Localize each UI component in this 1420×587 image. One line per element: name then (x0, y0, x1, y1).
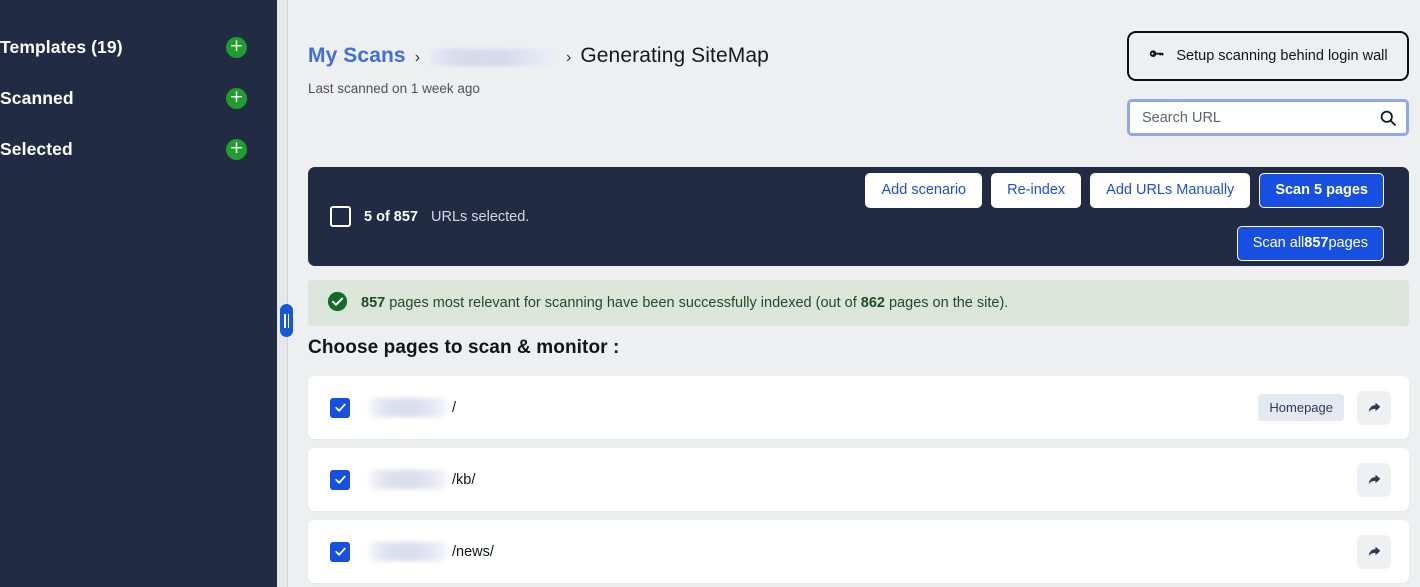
breadcrumb-current-page: Generating SiteMap (580, 44, 769, 68)
row-url: /kb/ (369, 470, 1357, 489)
setup-login-wall-button[interactable]: Setup scanning behind login wall (1127, 31, 1409, 81)
key-icon (1148, 46, 1165, 67)
plus-icon[interactable]: + (226, 37, 247, 58)
add-scenario-button[interactable]: Add scenario (865, 173, 982, 208)
row-url: / (369, 398, 1258, 417)
sidebar-gutter (277, 0, 288, 587)
banner-text: 857 pages most relevant for scanning hav… (361, 295, 1008, 311)
breadcrumb-my-scans[interactable]: My Scans (308, 44, 406, 68)
row-checkbox[interactable] (330, 470, 350, 490)
row-url: /news/ (369, 542, 1357, 561)
banner-total-count: 862 (861, 295, 885, 311)
share-arrow-icon[interactable] (1357, 391, 1391, 425)
setup-login-wall-label: Setup scanning behind login wall (1176, 48, 1387, 64)
scan-all-count: 857 (1304, 235, 1328, 251)
handle-grip-line (288, 314, 290, 328)
breadcrumb: My Scans › › Generating SiteMap (308, 44, 769, 68)
check-circle-icon (327, 291, 348, 316)
scan-selected-pages-button[interactable]: Scan 5 pages (1259, 173, 1384, 208)
url-path: /kb/ (452, 472, 475, 488)
sidebar-item-templates[interactable]: Templates (19) + (0, 22, 277, 73)
redacted-domain (369, 542, 447, 561)
indexing-success-banner: 857 pages most relevant for scanning hav… (308, 280, 1409, 326)
share-arrow-icon[interactable] (1357, 463, 1391, 497)
table-row[interactable]: /kb/ (308, 448, 1409, 511)
plus-icon[interactable]: + (226, 88, 247, 109)
handle-grip-line (284, 314, 286, 328)
select-all-checkbox[interactable] (330, 206, 351, 227)
page-list: / Homepage /kb/ (308, 376, 1409, 587)
selected-count: 5 of 857 (364, 209, 418, 225)
add-urls-manually-button[interactable]: Add URLs Manually (1090, 173, 1250, 208)
selection-summary: 5 of 857 URLs selected. (308, 206, 839, 227)
redacted-domain (369, 398, 447, 417)
url-path: /news/ (452, 544, 494, 560)
plus-glyph: + (229, 140, 243, 157)
breadcrumb-separator: › (566, 49, 571, 67)
breadcrumb-separator: › (415, 49, 420, 67)
page-list-title: Choose pages to scan & monitor : (308, 337, 619, 359)
main-content: My Scans › › Generating SiteMap Last sca… (288, 0, 1420, 587)
search-input[interactable] (1130, 102, 1370, 133)
sidebar-resize-handle[interactable] (280, 304, 293, 337)
search-url-box[interactable] (1127, 99, 1409, 136)
table-row[interactable]: / Homepage (308, 376, 1409, 439)
breadcrumb-redacted-site[interactable] (429, 49, 557, 66)
selection-action-bar: 5 of 857 URLs selected. Add scenario Re-… (308, 167, 1409, 266)
plus-glyph: + (229, 38, 243, 55)
redacted-domain (369, 470, 447, 489)
share-arrow-icon[interactable] (1357, 535, 1391, 569)
sidebar-item-label: Selected (0, 139, 226, 160)
scan-all-suffix: pages (1328, 235, 1368, 251)
action-buttons: Add scenario Re-index Add URLs Manually … (839, 173, 1409, 261)
scan-all-pages-button[interactable]: Scan all 857 pages (1237, 226, 1384, 261)
selected-label: URLs selected. (431, 209, 529, 225)
sidebar-item-scanned[interactable]: Scanned + (0, 73, 277, 124)
sidebar: Templates (19) + Scanned + Selected + (0, 0, 277, 587)
banner-text-end: pages on the site). (885, 295, 1008, 311)
row-checkbox[interactable] (330, 398, 350, 418)
last-scanned-text: Last scanned on 1 week ago (308, 81, 480, 96)
banner-text-mid: pages most relevant for scanning have be… (385, 295, 861, 311)
row-checkbox[interactable] (330, 542, 350, 562)
status-badge: Homepage (1258, 394, 1344, 421)
plus-glyph: + (229, 89, 243, 106)
app-root: Templates (19) + Scanned + Selected + (0, 0, 1420, 587)
sidebar-item-selected[interactable]: Selected + (0, 124, 277, 175)
search-icon[interactable] (1370, 102, 1406, 133)
url-path: / (452, 400, 456, 416)
sidebar-item-label: Scanned (0, 88, 226, 109)
banner-indexed-count: 857 (361, 295, 385, 311)
sidebar-item-label: Templates (19) (0, 37, 226, 58)
plus-icon[interactable]: + (226, 139, 247, 160)
scan-all-prefix: Scan all (1253, 235, 1305, 251)
table-row[interactable]: /news/ (308, 520, 1409, 583)
re-index-button[interactable]: Re-index (991, 173, 1081, 208)
